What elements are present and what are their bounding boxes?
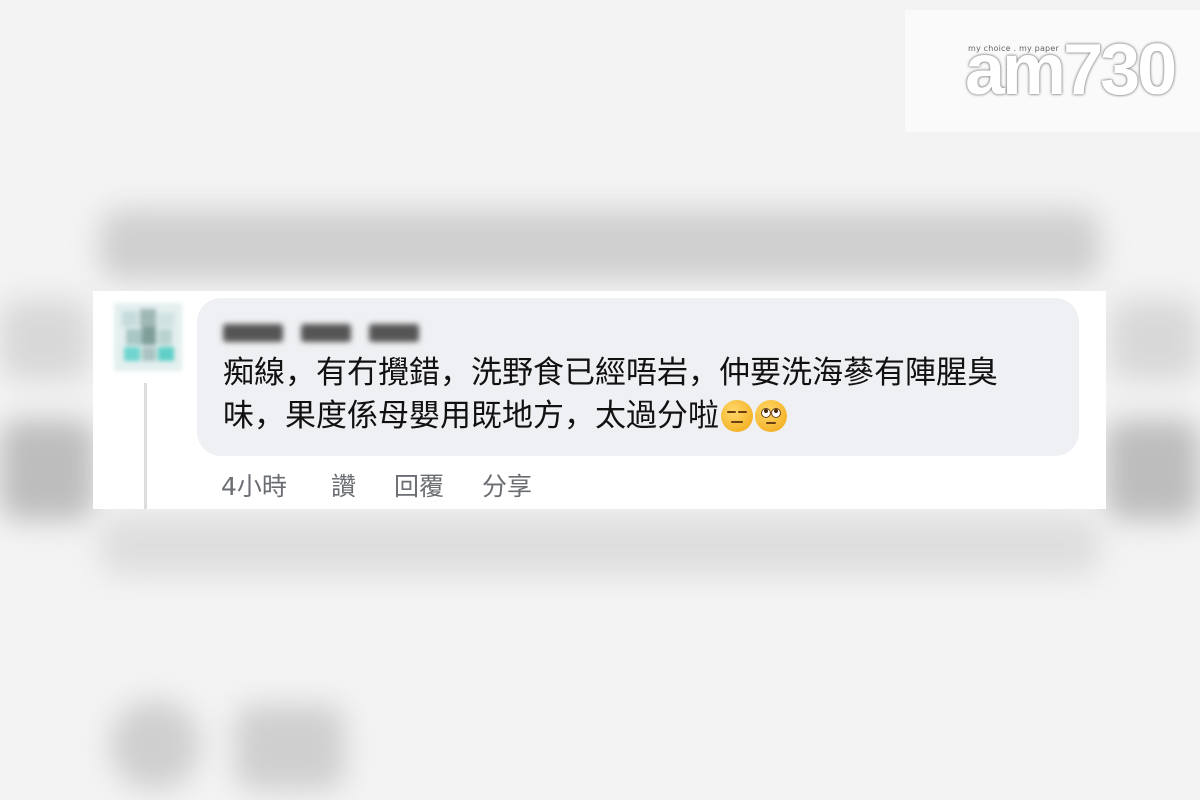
blurred-background [110,700,200,790]
blurred-background [1105,420,1200,520]
reply-button[interactable]: 回覆 [394,467,444,503]
logo-tagline: my choice . my paper [968,44,1059,53]
blurred-background [0,420,95,520]
am730-logo: am730 my choice . my paper [905,10,1200,132]
comment-card: 痴線，有冇攪錯，洗野食已經唔岩，仲要洗海蔘有陣腥臭味，果度係母嬰用既地方，太過分… [93,291,1106,509]
comment-actions: 4小時 讚 回覆 分享 [221,467,570,503]
comment-timestamp[interactable]: 4小時 [221,467,331,503]
expressionless-face-icon [721,400,753,432]
blurred-background [235,705,345,790]
rolling-eyes-icon [755,400,787,432]
author-name-blurred[interactable] [223,324,419,344]
blurred-background [100,515,1100,575]
blurred-background [100,210,1100,280]
like-button[interactable]: 讚 [331,467,356,503]
thread-line [144,383,147,509]
comment-body: 痴線，有冇攪錯，洗野食已經唔岩，仲要洗海蔘有陣腥臭味，果度係母嬰用既地方，太過分… [223,355,998,434]
blurred-background [1110,300,1200,380]
share-button[interactable]: 分享 [482,467,532,503]
avatar[interactable] [114,303,182,371]
comment-text: 痴線，有冇攪錯，洗野食已經唔岩，仲要洗海蔘有陣腥臭味，果度係母嬰用既地方，太過分… [223,352,1053,438]
blurred-background [0,300,90,380]
comment-bubble: 痴線，有冇攪錯，洗野食已經唔岩，仲要洗海蔘有陣腥臭味，果度係母嬰用既地方，太過分… [197,298,1079,456]
